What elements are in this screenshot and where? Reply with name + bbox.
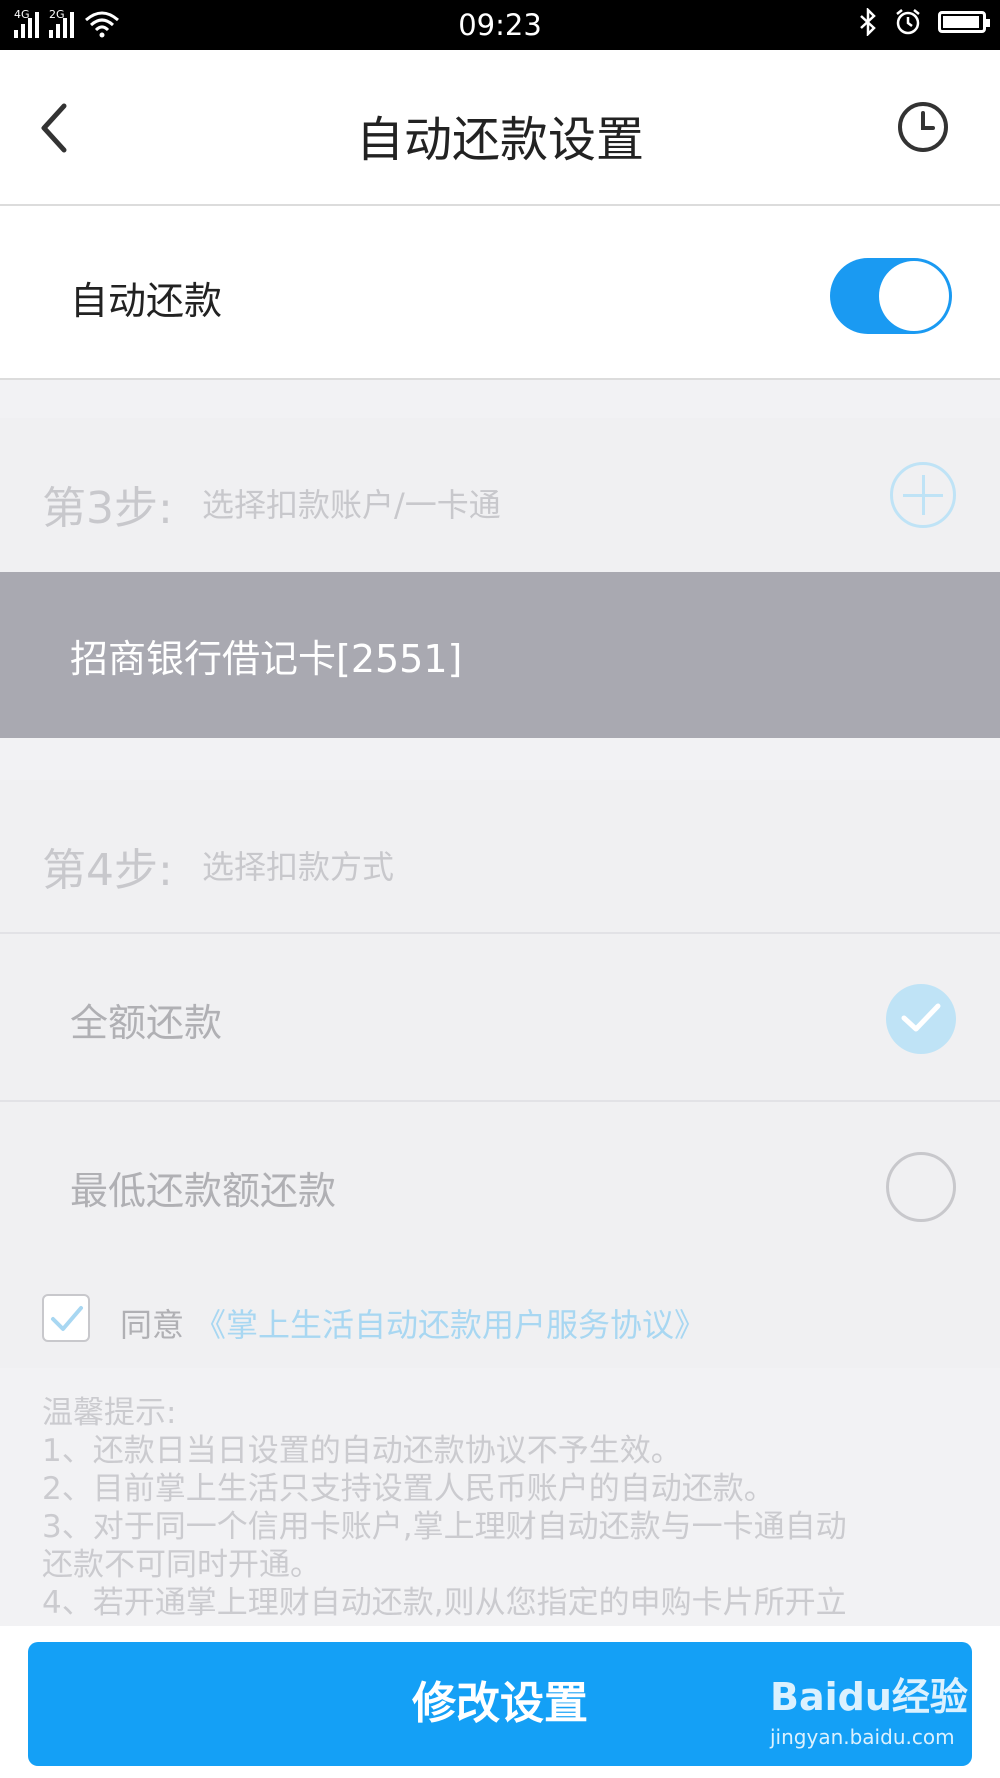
status-right bbox=[858, 8, 990, 36]
status-bar: 4G 2G 09:23 bbox=[0, 0, 1000, 50]
step4-number: 第4步: bbox=[42, 845, 173, 896]
toggle-knob bbox=[879, 261, 949, 331]
watermark-brand: Baidu经验 bbox=[770, 1675, 968, 1719]
watermark-url: jingyan.baidu.com bbox=[770, 1725, 955, 1749]
tips-line: 4、若开通掌上理财自动还款,则从您指定的申购卡片所开立 bbox=[42, 1585, 847, 1621]
step4-text: 选择扣款方式 bbox=[202, 848, 395, 886]
agreement-checkbox[interactable] bbox=[42, 1294, 90, 1342]
agreement-link[interactable]: 《掌上生活自动还款用户服务协议》 bbox=[194, 1300, 706, 1346]
tips-line: 3、对于同一个信用卡账户,掌上理财自动还款与一卡通自动 bbox=[42, 1509, 847, 1545]
step3-row: 第3步: 选择扣款账户/一卡通 bbox=[0, 418, 1000, 572]
bottom-bar: 修改设置 Baidu经验 jingyan.baidu.com bbox=[0, 1626, 1000, 1778]
battery-icon bbox=[938, 11, 990, 33]
submit-label: 修改设置 bbox=[412, 1678, 588, 1729]
auto-repay-toggle[interactable] bbox=[830, 258, 952, 334]
tips-line: 1、还款日当日设置的自动还款协议不予生效。 bbox=[42, 1433, 682, 1469]
tips-section: 温馨提示: 1、还款日当日设置的自动还款协议不予生效。 2、目前掌上生活只支持设… bbox=[42, 1394, 942, 1622]
alarm-icon bbox=[896, 9, 920, 35]
auto-repay-row: 自动还款 bbox=[0, 206, 1000, 380]
agreement-row: 同意 《掌上生活自动还款用户服务协议》 bbox=[0, 1268, 1000, 1368]
bluetooth-icon bbox=[860, 8, 876, 36]
checkmark-icon bbox=[51, 1306, 83, 1331]
clock-icon[interactable] bbox=[896, 100, 950, 154]
selected-card-row[interactable]: 招商银行借记卡[2551] bbox=[0, 572, 1000, 738]
tips-heading: 温馨提示: bbox=[42, 1395, 177, 1431]
option-label: 全额还款 bbox=[70, 1001, 223, 1045]
watermark: Baidu经验 jingyan.baidu.com bbox=[770, 1666, 968, 1749]
plus-circle-icon[interactable] bbox=[890, 462, 956, 528]
auto-repay-label: 自动还款 bbox=[70, 279, 223, 323]
clock-time: 09:23 bbox=[458, 8, 542, 42]
option-min-repay[interactable]: 最低还款额还款 bbox=[0, 1100, 1000, 1268]
check-circle-icon[interactable] bbox=[886, 984, 956, 1054]
page-title: 自动还款设置 bbox=[355, 112, 644, 168]
option-label: 最低还款额还款 bbox=[70, 1169, 337, 1213]
empty-circle-icon[interactable] bbox=[886, 1152, 956, 1222]
tips-line: 2、目前掌上生活只支持设置人民币账户的自动还款。 bbox=[42, 1471, 775, 1507]
selected-card-label: 招商银行借记卡[2551] bbox=[70, 637, 463, 681]
step4-row: 第4步: 选择扣款方式 bbox=[0, 780, 1000, 932]
agreement-prefix: 同意 bbox=[120, 1306, 185, 1344]
step3-number: 第3步: bbox=[42, 483, 173, 534]
tips-line: 还款不可同时开通。 bbox=[42, 1547, 321, 1583]
option-full-repay[interactable]: 全额还款 bbox=[0, 932, 1000, 1100]
nav-bar: 自动还款设置 bbox=[0, 50, 1000, 206]
step3-text: 选择扣款账户/一卡通 bbox=[202, 486, 501, 524]
